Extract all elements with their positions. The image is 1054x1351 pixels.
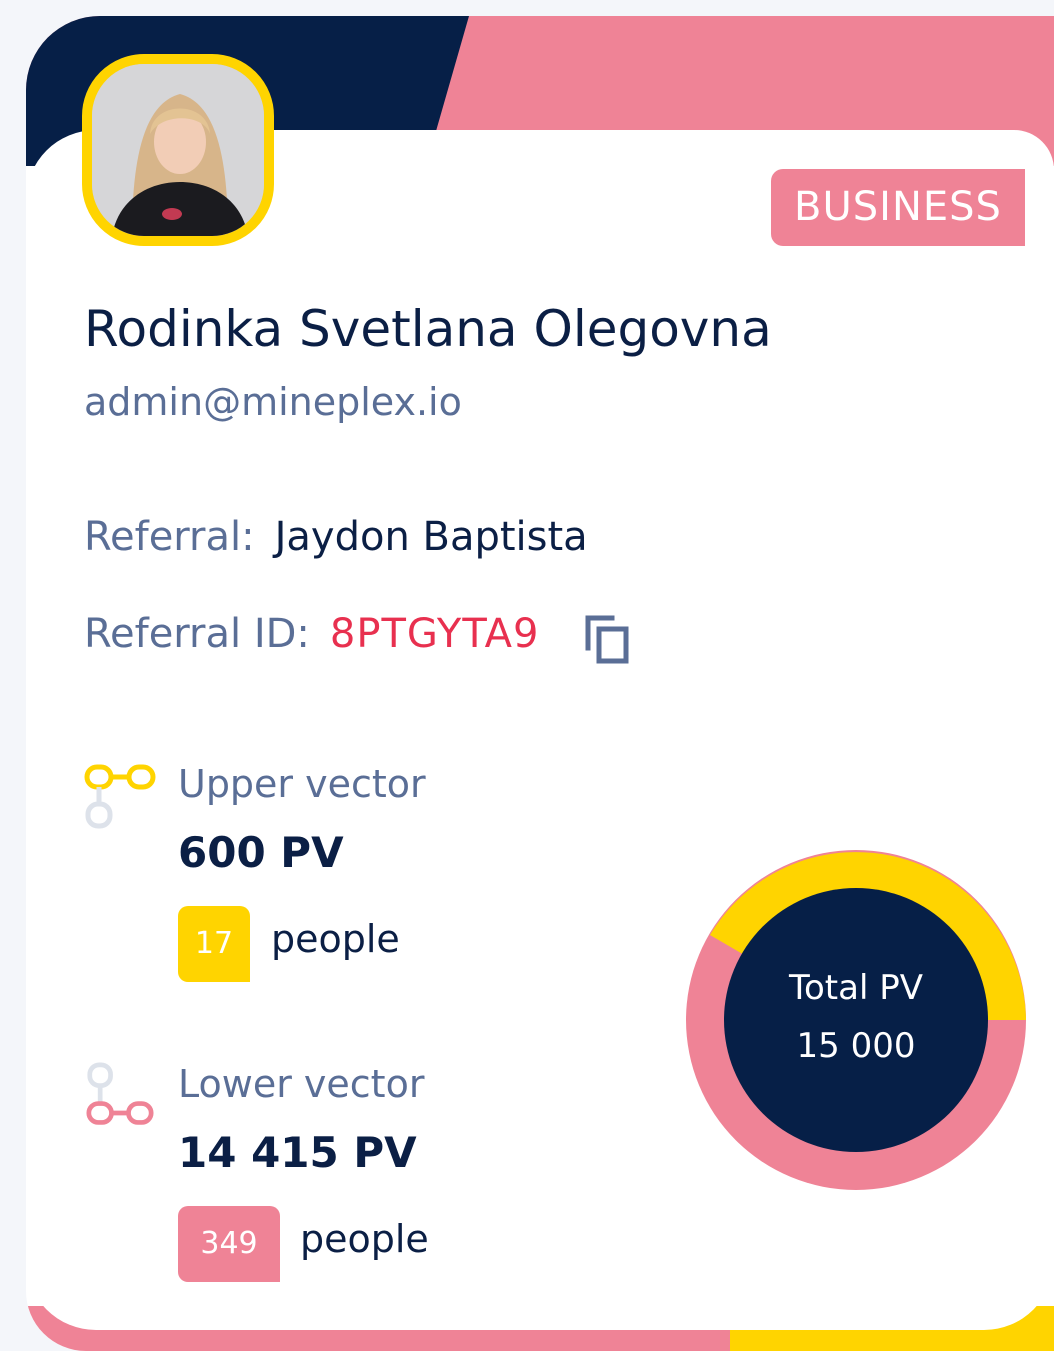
total-pv-donut: [686, 850, 1026, 1190]
user-email: admin@mineplex.io: [84, 380, 462, 424]
user-name: Rodinka Svetlana Olegovna: [84, 300, 772, 358]
referral-id-label: Referral ID:: [84, 611, 310, 657]
total-pv-value: 15 000: [796, 1026, 916, 1066]
lower-vector-link-icon: [86, 1062, 154, 1125]
total-pv-label: Total PV: [789, 968, 923, 1008]
lower-vector-label: Lower vector: [178, 1062, 425, 1106]
referral-name: Jaydon Baptista: [274, 514, 588, 560]
upper-vector-label: Upper vector: [178, 762, 426, 806]
avatar: [82, 54, 274, 246]
referral-id-value: 8PTGYTA9: [329, 611, 540, 657]
lower-people-count: 349: [178, 1206, 280, 1282]
referral-id-row: Referral ID: 8PTGYTA9: [84, 611, 540, 657]
status-badge: BUSINESS: [771, 169, 1025, 246]
lower-people-label: people: [300, 1217, 429, 1261]
referral-row: Referral: Jaydon Baptista: [84, 514, 588, 560]
lower-vector-value: 14 415 PV: [178, 1128, 417, 1177]
avatar-photo: [92, 64, 264, 236]
upper-people-count: 17: [178, 906, 250, 982]
donut-center: [724, 888, 988, 1152]
upper-people-label: people: [271, 917, 400, 961]
referral-label: Referral:: [84, 514, 255, 560]
upper-vector-link-icon: [84, 764, 156, 829]
copy-icon[interactable]: [584, 614, 630, 664]
upper-vector-value: 600 PV: [178, 828, 344, 877]
